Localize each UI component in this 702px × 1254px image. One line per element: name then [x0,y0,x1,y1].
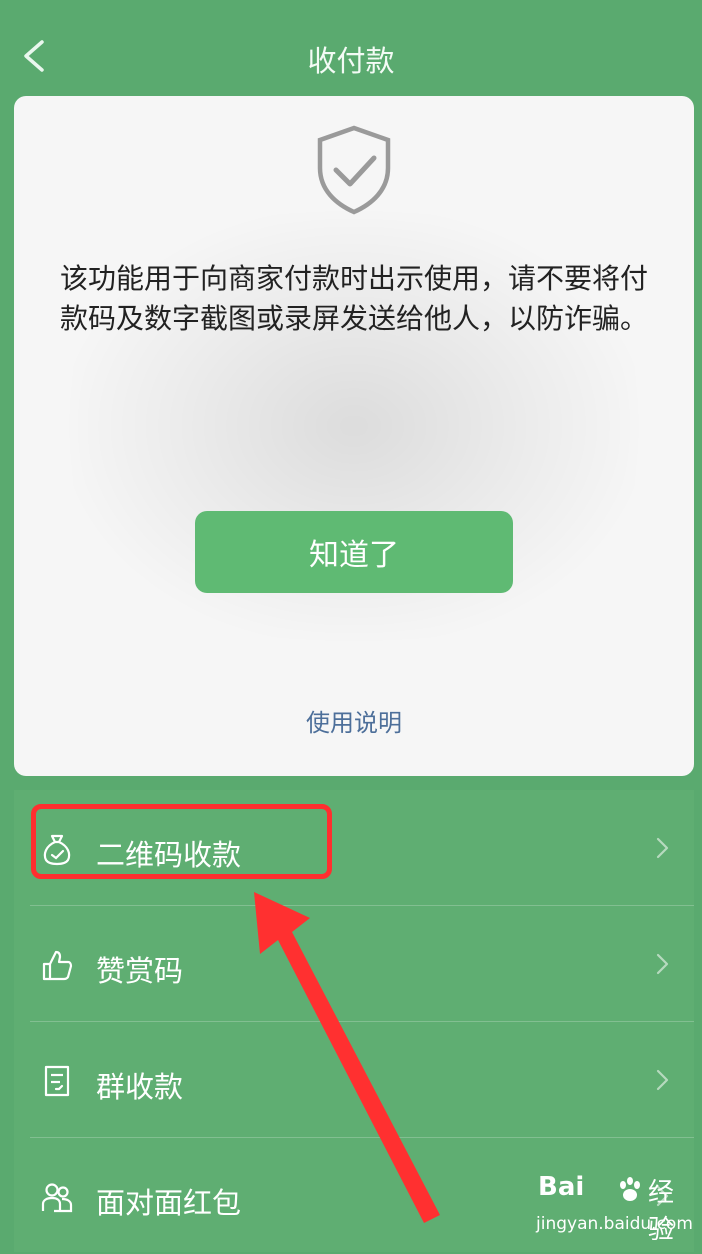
paw-icon [620,1177,640,1201]
red-arrow-annotation [254,892,440,1223]
security-notice-text: 该功能用于向商家付款时出示使用，请不要将付款码及数字截图或录屏发送给他人，以防诈… [59,262,648,335]
watermark-text: 经验 [648,1178,675,1245]
page-title: 收付款 [307,44,395,78]
chevron-right-icon [656,953,669,975]
payment-notice-card: 该功能用于向商家付款时出示使用，请不要将付款码及数字截图或录屏发送给他人，以防诈… [14,96,694,776]
menu-item-label: 群收款 [96,1070,184,1104]
chevron-right-icon [656,1069,669,1091]
shield-check-icon [317,125,391,215]
people-icon [41,1183,73,1213]
watermark-url: jingyan.baidu.com [536,1214,693,1234]
got-it-button[interactable]: 知道了 [195,511,513,593]
baidu-jingyan-watermark: Bai 经验 jingyan.baidu.com [532,1168,693,1245]
watermark-brand: Bai [538,1172,585,1202]
chevron-right-icon [656,837,669,859]
menu-item-label: 赞赏码 [96,954,184,988]
thumbs-up-icon [42,950,73,981]
top-bar: 收付款 [0,0,702,100]
menu-item-label: 面对面红包 [96,1186,242,1220]
document-icon [44,1065,70,1097]
highlight-box [31,804,332,879]
usage-instructions-link[interactable]: 使用说明 [14,703,694,738]
